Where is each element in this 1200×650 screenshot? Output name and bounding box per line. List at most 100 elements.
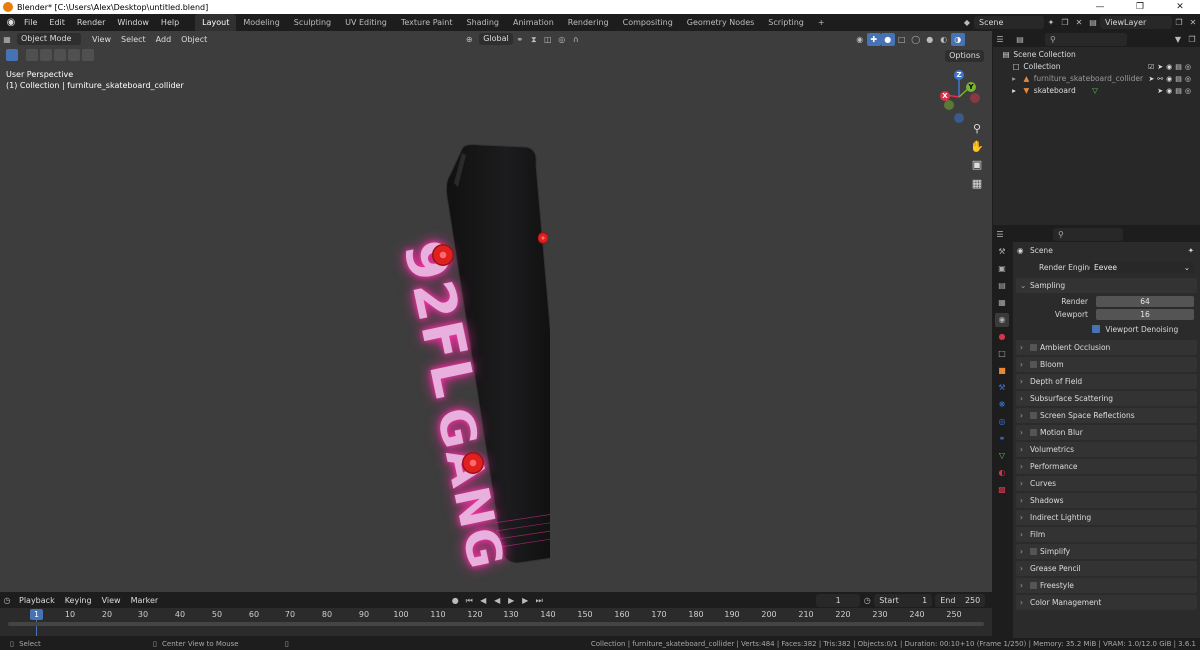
tab-geometry-nodes[interactable]: Geometry Nodes: [680, 14, 761, 31]
render-engine-dropdown[interactable]: Eevee ⌄: [1090, 262, 1194, 273]
shading-material-icon[interactable]: ◐: [937, 33, 951, 46]
options-dropdown[interactable]: Options: [945, 50, 984, 62]
panel-enable-checkbox[interactable]: [1030, 412, 1037, 419]
material-tab-icon[interactable]: ◐: [995, 466, 1009, 480]
preview-range-icon[interactable]: ◷: [860, 594, 874, 607]
outliner-editor-type-icon[interactable]: ☰: [993, 33, 1007, 46]
view-layer-icon[interactable]: ▤: [1086, 16, 1100, 29]
world-tab-icon[interactable]: ●: [995, 330, 1009, 344]
shading-rendered-icon[interactable]: ◑: [950, 32, 965, 46]
render-samples-field[interactable]: 64: [1096, 296, 1194, 307]
menu-select[interactable]: Select: [116, 35, 151, 44]
view-layer-tab-icon[interactable]: ▦: [995, 296, 1009, 310]
snap-target-icon[interactable]: ◫: [541, 33, 555, 46]
xray-icon[interactable]: □: [895, 33, 909, 46]
constraints-tab-icon[interactable]: ⚭: [995, 432, 1009, 446]
timeline-scrollbar[interactable]: [8, 622, 984, 626]
pin-context-icon[interactable]: ✦: [1188, 242, 1194, 259]
filter-icon[interactable]: ▼: [1171, 33, 1185, 46]
transform-orientation-dropdown[interactable]: Global: [479, 33, 513, 45]
menu-edit[interactable]: Edit: [43, 14, 71, 31]
menu-window[interactable]: Window: [111, 14, 155, 31]
mode-dropdown[interactable]: Object Mode: [17, 33, 81, 45]
select-mode-invert-icon[interactable]: [68, 49, 80, 61]
texture-tab-icon[interactable]: ▩: [995, 483, 1009, 497]
output-tab-icon[interactable]: ▤: [995, 279, 1009, 293]
visibility-icon[interactable]: ◉: [853, 33, 867, 46]
scene-field[interactable]: Scene: [974, 16, 1044, 29]
play-icon[interactable]: ▶: [504, 594, 518, 607]
gizmo-neg-z-axis[interactable]: [954, 113, 964, 123]
outliner-row-collider[interactable]: ▸ ▲ furniture_skateboard_collider ➤⚯◉▤◎: [993, 73, 1200, 85]
properties-editor-type-icon[interactable]: ☰: [993, 228, 1007, 241]
end-frame-field[interactable]: End 250: [935, 593, 986, 607]
zoom-icon[interactable]: ⚲: [970, 122, 984, 136]
scene-tab-icon[interactable]: ◉: [995, 313, 1009, 327]
snap-icon[interactable]: ⧗: [527, 33, 541, 46]
physics-tab-icon[interactable]: ◎: [995, 415, 1009, 429]
camera-view-icon[interactable]: ▣: [970, 158, 984, 172]
panel-performance[interactable]: › Performance: [1016, 459, 1197, 474]
tab-animation[interactable]: Animation: [506, 14, 561, 31]
proportional-edit-icon[interactable]: ◎: [555, 33, 569, 46]
particles-tab-icon[interactable]: ❋: [995, 398, 1009, 412]
gizmo-toggle-icon[interactable]: ✚: [866, 32, 881, 46]
shading-wireframe-icon[interactable]: ◯: [909, 33, 923, 46]
delete-view-layer-icon[interactable]: ✕: [1186, 16, 1200, 29]
menu-file[interactable]: File: [18, 14, 43, 31]
expand-arrow-icon[interactable]: ▸: [1009, 85, 1019, 97]
panel-color-management[interactable]: › Color Management: [1016, 595, 1197, 610]
tab-uv-editing[interactable]: UV Editing: [338, 14, 394, 31]
timeline-editor-type-icon[interactable]: ◷: [0, 594, 14, 607]
viewport-denoising-row[interactable]: Viewport Denoising: [1013, 321, 1200, 338]
gizmo-z-axis[interactable]: Z: [954, 70, 964, 80]
new-scene-icon[interactable]: ❐: [1058, 16, 1072, 29]
outliner-row-skateboard[interactable]: ▸ ▼ skateboard ▽ ➤◉▤◎: [993, 85, 1200, 97]
outliner-search-field[interactable]: ⚲: [1045, 32, 1127, 46]
pivot-icon[interactable]: ⚭: [513, 33, 527, 46]
pin-icon[interactable]: ✦: [1044, 16, 1058, 29]
render-tab-icon[interactable]: ▣: [995, 262, 1009, 276]
play-reverse-icon[interactable]: ◀: [490, 594, 504, 607]
outliner-row-collection[interactable]: □ Collection ☑➤◉▤◎: [993, 61, 1200, 73]
panel-subsurface-scattering[interactable]: › Subsurface Scattering: [1016, 391, 1197, 406]
visibility-toggles[interactable]: ➤◉▤◎: [1157, 85, 1194, 97]
data-tab-icon[interactable]: ▽: [995, 449, 1009, 463]
tab-modeling[interactable]: Modeling: [236, 14, 286, 31]
tab-texture-paint[interactable]: Texture Paint: [394, 14, 460, 31]
menu-view[interactable]: View: [87, 35, 116, 44]
modifier-tab-icon[interactable]: ⚒: [995, 381, 1009, 395]
tab-shading[interactable]: Shading: [459, 14, 506, 31]
expand-arrow-icon[interactable]: ▸: [1009, 73, 1019, 85]
panel-enable-checkbox[interactable]: [1030, 344, 1037, 351]
select-mode-intersect-icon[interactable]: [82, 49, 94, 61]
tab-scripting[interactable]: Scripting: [761, 14, 811, 31]
falloff-icon[interactable]: ∩: [569, 33, 583, 46]
viewport-denoising-checkbox[interactable]: [1092, 325, 1100, 333]
object-tab-icon[interactable]: ■: [995, 364, 1009, 378]
menu-object[interactable]: Object: [176, 35, 212, 44]
display-mode-icon[interactable]: ▤: [1013, 33, 1027, 46]
menu-marker[interactable]: Marker: [126, 596, 164, 605]
blender-menu-icon[interactable]: ◉: [4, 17, 18, 28]
view-layer-field[interactable]: ViewLayer: [1100, 16, 1172, 29]
tab-compositing[interactable]: Compositing: [616, 14, 680, 31]
auto-keying-icon[interactable]: ●: [448, 594, 462, 607]
panel-enable-checkbox[interactable]: [1030, 548, 1037, 555]
select-mode-subtract-icon[interactable]: [54, 49, 66, 61]
menu-help[interactable]: Help: [155, 14, 185, 31]
visibility-toggles[interactable]: ➤⚯◉▤◎: [1148, 73, 1194, 85]
panel-simplify[interactable]: › Simplify: [1016, 544, 1197, 559]
perspective-toggle-icon[interactable]: ▦: [970, 177, 984, 191]
new-view-layer-icon[interactable]: ❐: [1172, 16, 1186, 29]
tab-sculpting[interactable]: Sculpting: [287, 14, 338, 31]
add-workspace-button[interactable]: +: [811, 14, 832, 31]
gizmo-y-axis[interactable]: Y: [966, 82, 976, 92]
menu-timeline-view[interactable]: View: [97, 596, 126, 605]
panel-motion-blur[interactable]: › Motion Blur: [1016, 425, 1197, 440]
minimize-button[interactable]: —: [1080, 0, 1120, 14]
pan-hand-icon[interactable]: ✋: [970, 140, 984, 154]
tool-tab-icon[interactable]: ⚒: [995, 245, 1009, 259]
viewport-samples-field[interactable]: 16: [1096, 309, 1194, 320]
tab-layout[interactable]: Layout: [195, 14, 237, 31]
